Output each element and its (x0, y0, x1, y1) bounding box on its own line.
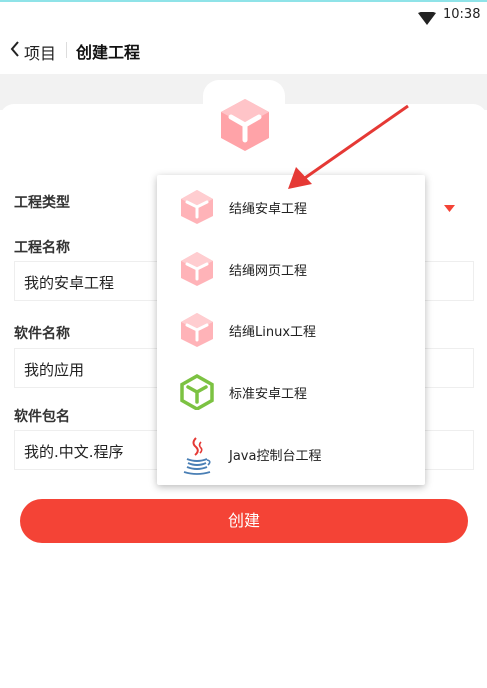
menu-item-jieshen-android[interactable]: 结绳安卓工程 (157, 177, 425, 235)
menu-item-label: Java控制台工程 (229, 449, 322, 464)
cube-pink-icon (179, 189, 215, 225)
status-time: 10:38 (443, 7, 481, 22)
menu-item-standard-android[interactable]: 标准安卓工程 (157, 362, 425, 420)
dropdown-caret-icon[interactable] (444, 197, 455, 216)
back-chevron-icon[interactable] (10, 40, 20, 62)
menu-item-label: 结绳Linux工程 (229, 325, 317, 340)
menu-item-label: 结绳安卓工程 (229, 202, 308, 217)
menu-item-jieshen-linux[interactable]: 结绳Linux工程 (157, 300, 425, 358)
menu-item-jieshen-web[interactable]: 结绳网页工程 (157, 239, 425, 297)
cube-pink-icon (179, 312, 215, 348)
package-name-label: 软件包名 (14, 409, 70, 425)
project-type-menu: 结绳安卓工程 结绳网页工程 结绳Linux工程 标准安卓工程 Java控制台工程 (157, 175, 425, 485)
cube-pink-icon (179, 251, 215, 287)
back-crumb[interactable]: 项目 (24, 40, 56, 64)
package-name-value: 我的.中文.程序 (24, 443, 124, 461)
project-name-value: 我的安卓工程 (24, 274, 115, 292)
project-cube-logo-icon (220, 98, 270, 156)
menu-item-java-console[interactable]: Java控制台工程 (157, 424, 425, 482)
crumb-divider (66, 42, 67, 58)
app-bar: 项目 创建工程 (0, 28, 487, 74)
menu-item-label: 结绳网页工程 (229, 264, 308, 279)
menu-item-label: 标准安卓工程 (229, 387, 308, 402)
app-name-value: 我的应用 (24, 361, 85, 379)
create-button[interactable]: 创建 (20, 499, 468, 543)
project-type-label: 工程类型 (14, 195, 70, 211)
project-name-label: 工程名称 (14, 240, 70, 256)
status-bar: 10:38 (0, 2, 487, 28)
wifi-icon (418, 10, 436, 29)
app-name-label: 软件名称 (14, 326, 70, 342)
cube-green-icon (179, 373, 215, 412)
page-title: 创建工程 (76, 43, 141, 62)
java-cup-icon (179, 436, 215, 475)
